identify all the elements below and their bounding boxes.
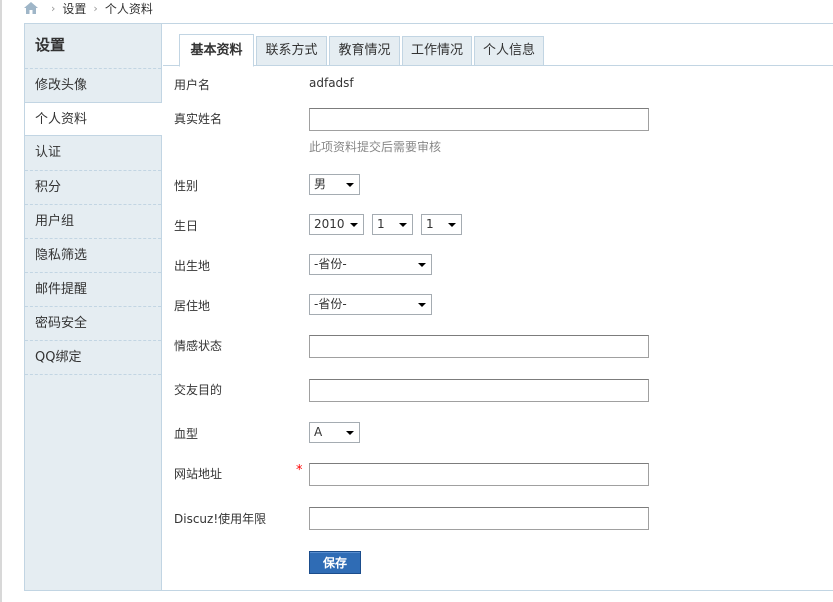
sidebar-item-privacy[interactable]: 隐私筛选 [25, 238, 161, 272]
residence-province-select[interactable]: -省份- [309, 294, 432, 315]
birthday-label: 生日 [174, 219, 199, 233]
discuz-years-input[interactable] [309, 507, 649, 530]
sidebar-item-password[interactable]: 密码安全 [25, 306, 161, 340]
friend-purpose-input[interactable] [309, 379, 649, 402]
breadcrumb: › 设置 › 个人资料 [24, 0, 153, 16]
sidebar-item-profile[interactable]: 个人资料 [25, 102, 162, 136]
chevron-down-icon [399, 223, 407, 227]
sidebar-item-qq-bind[interactable]: QQ绑定 [25, 340, 161, 374]
realname-review-hint: 此项资料提交后需要审核 [309, 140, 442, 154]
sidebar-item-avatar[interactable]: 修改头像 [25, 68, 161, 102]
birth-year-select[interactable]: 2010 [309, 214, 364, 235]
residence-label: 居住地 [174, 299, 211, 313]
gender-selected-value: 男 [314, 177, 327, 191]
chevron-down-icon [448, 223, 456, 227]
birth-year-value: 2010 [314, 217, 345, 231]
website-input[interactable] [309, 463, 649, 486]
birth-month-select[interactable]: 1 [372, 214, 413, 235]
breadcrumb-separator: › [93, 1, 98, 15]
sidebar-item-credits[interactable]: 积分 [25, 170, 161, 204]
tab-personal-info[interactable]: 个人信息 [474, 36, 544, 66]
affective-status-input[interactable] [309, 335, 649, 358]
sidebar: 设置 修改头像 个人资料 认证 积分 用户组 隐私筛选 邮件提醒 密码安全 QQ… [25, 24, 162, 590]
gender-select[interactable]: 男 [309, 174, 360, 195]
chevron-down-icon [346, 183, 354, 187]
breadcrumb-profile: 个人资料 [104, 1, 153, 16]
birthplace-province-select[interactable]: -省份- [309, 254, 432, 275]
tab-contact[interactable]: 联系方式 [256, 36, 327, 66]
sidebar-item-verify[interactable]: 认证 [25, 136, 161, 170]
bloodtype-select[interactable]: A [309, 422, 360, 443]
gender-label: 性别 [174, 179, 199, 193]
sidebar-item-usergroup[interactable]: 用户组 [25, 204, 161, 238]
affective-status-label: 情感状态 [174, 339, 223, 353]
chevron-down-icon [350, 223, 358, 227]
website-label: 网站地址 [174, 467, 223, 481]
sidebar-title: 设置 [35, 36, 66, 54]
bloodtype-selected-value: A [314, 425, 323, 439]
settings-panel: 设置 修改头像 个人资料 认证 积分 用户组 隐私筛选 邮件提醒 密码安全 QQ… [24, 23, 833, 591]
realname-label: 真实姓名 [174, 112, 223, 126]
tab-bar: 基本资料 联系方式 教育情况 工作情况 个人信息 [163, 34, 833, 67]
bloodtype-label: 血型 [174, 427, 199, 441]
residence-selected-value: -省份- [314, 297, 347, 311]
breadcrumb-separator: › [51, 1, 56, 15]
friend-purpose-label: 交友目的 [174, 383, 223, 397]
birth-day-select[interactable]: 1 [421, 214, 462, 235]
chevron-down-icon [418, 263, 426, 267]
birthplace-selected-value: -省份- [314, 257, 347, 271]
breadcrumb-settings[interactable]: 设置 [62, 0, 86, 17]
username-value: adfadsf [309, 76, 354, 90]
username-label: 用户名 [174, 78, 211, 92]
main-content: 基本资料 联系方式 教育情况 工作情况 个人信息 用户名 adfadsf 真实姓… [163, 24, 833, 590]
chevron-down-icon [418, 303, 426, 307]
page-left-border [0, 0, 2, 602]
tab-education[interactable]: 教育情况 [329, 36, 400, 66]
birthplace-label: 出生地 [174, 259, 211, 273]
birth-month-value: 1 [377, 217, 385, 231]
tab-work[interactable]: 工作情况 [402, 36, 472, 66]
discuz-years-label: Discuz!使用年限 [174, 512, 267, 526]
home-icon[interactable] [24, 2, 38, 14]
save-button[interactable]: 保存 [309, 551, 361, 574]
realname-input[interactable] [309, 108, 649, 131]
tab-basic-info[interactable]: 基本资料 [179, 34, 254, 67]
birth-day-value: 1 [426, 217, 434, 231]
sidebar-item-email-notify[interactable]: 邮件提醒 [25, 272, 161, 306]
required-mark: * [296, 463, 303, 478]
chevron-down-icon [346, 431, 354, 435]
